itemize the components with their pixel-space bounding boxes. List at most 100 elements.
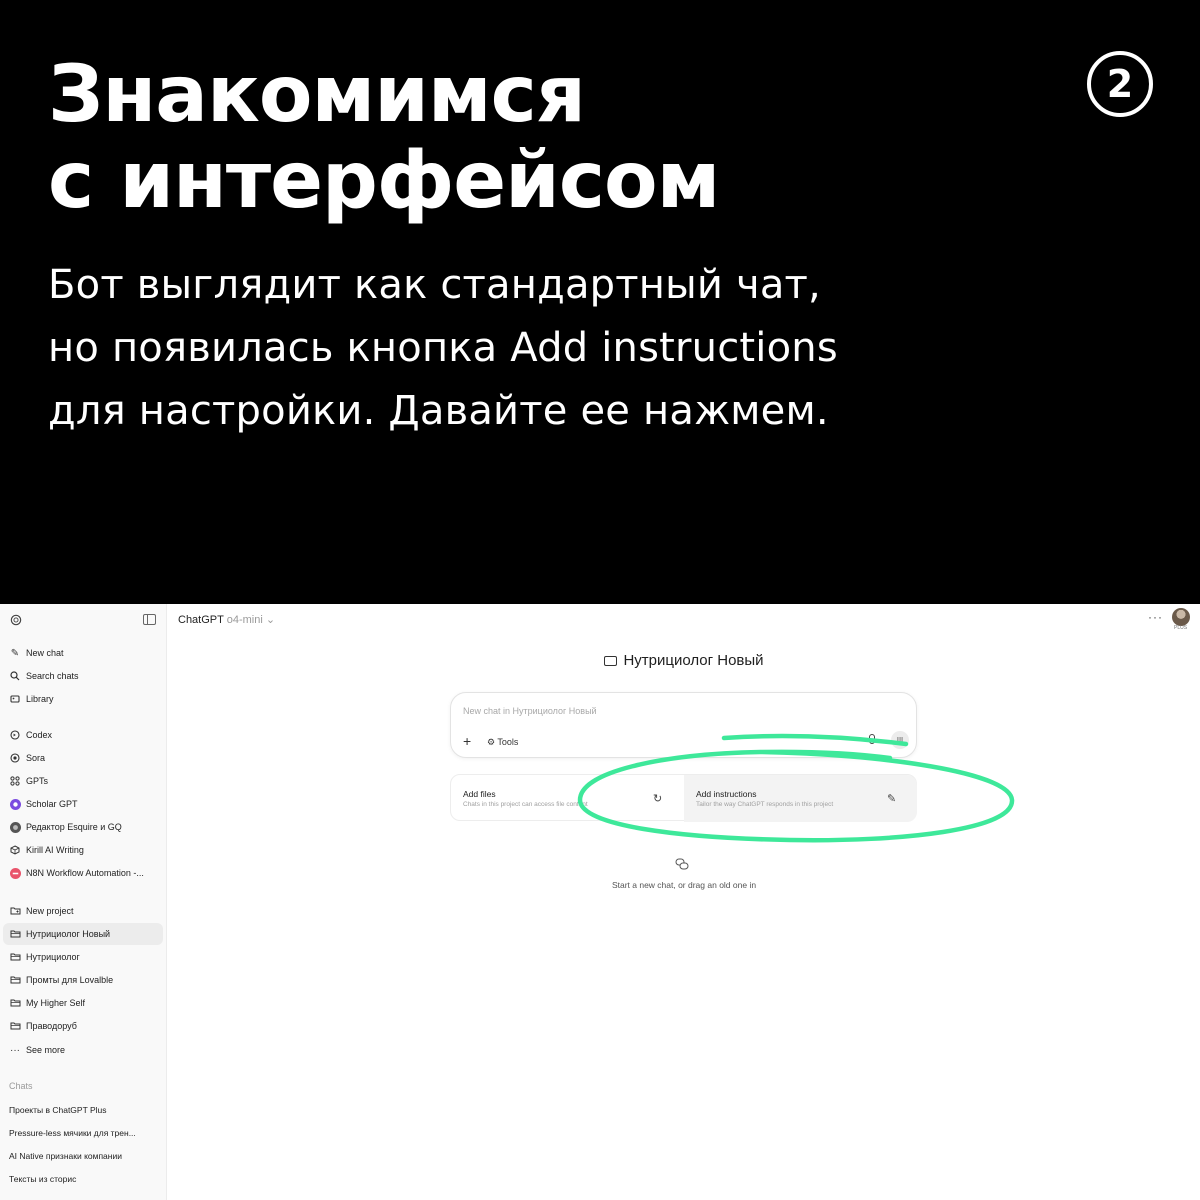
chats-heading: Chats [9,1081,33,1091]
sidebar-item-label: Sora [26,753,46,763]
codex-icon [9,729,21,741]
edit-icon: ✎ [10,647,20,659]
sidebar-item-gpts[interactable]: GPTs [3,770,163,792]
sidebar: ✎ New chat Search chats Library Codex So… [0,604,167,1200]
sidebar-item-project-nutritionist-new[interactable]: Нутрициолог Новый [3,923,163,945]
chevron-down-icon: ⌄ [265,614,276,626]
add-files-description: Chats in this project can access file co… [463,801,588,808]
sidebar-item-label: Нутрициолог [26,952,80,962]
sidebar-header [0,604,167,636]
sidebar-item-label: My Higher Self [26,998,86,1008]
sidebar-item-label: Scholar GPT [26,799,78,809]
chat-item[interactable]: Проекты в ChatGPT Plus [9,1105,159,1115]
sidebar-item-label: See more [26,1045,66,1055]
sidebar-item-project-nutritionist[interactable]: Нутрициолог [3,946,163,968]
sidebar-item-label: New project [26,906,74,916]
cube-icon [9,844,21,856]
sidebar-item-label: Search chats [26,671,79,681]
add-files-title: Add files [463,789,496,799]
headline-line-1: Знакомимся [48,50,586,140]
add-instructions-title: Add instructions [696,789,757,799]
sidebar-item-new-chat[interactable]: ✎ New chat [3,642,163,664]
voice-mode-icon[interactable]: ||| [891,731,909,749]
sidebar-item-new-project[interactable]: New project [3,900,163,922]
plan-badge: PLUS [1174,625,1188,631]
sidebar-item-label: Codex [26,730,53,740]
sidebar-item-label: Редактор Esquire и GQ [26,822,122,832]
intro-banner: Знакомимся с интерфейсом 2 Бот выглядит … [0,0,1200,604]
chat-composer[interactable]: New chat in Нутрициолог Новый + ⚙ Tools … [450,692,917,758]
gpt-avatar-icon [9,821,21,833]
chat-item[interactable]: AI Native признаки компании [9,1151,159,1161]
sidebar-item-project-higher-self[interactable]: My Higher Self [3,992,163,1014]
new-folder-icon [9,905,21,917]
folder-icon [9,997,21,1009]
pencil-icon: ✎ [887,793,897,805]
sidebar-item-see-more[interactable]: ··· See more [3,1039,163,1061]
composer-placeholder[interactable]: New chat in Нутрициолог Новый [463,706,597,716]
add-files-card[interactable]: Add files Chats in this project can acce… [451,775,683,822]
sliders-icon: ⚙ [487,737,498,747]
file-upload-icon: ↻ [653,793,663,805]
headline-line-2: с интерфейсом [48,136,720,226]
project-actions: Add files Chats in this project can acce… [450,774,917,822]
model-selector[interactable]: ChatGPT o4-mini ⌄ [178,613,275,626]
sidebar-item-label: GPTs [26,776,49,786]
sidebar-item-scholar-gpt[interactable]: Scholar GPT [3,793,163,815]
plus-icon[interactable]: + [463,733,471,749]
folder-icon [604,656,618,666]
chat-item[interactable]: Тексты из сторис [9,1174,159,1184]
tools-button[interactable]: ⚙ Tools [487,737,518,748]
sidebar-item-library[interactable]: Library [3,688,163,710]
microphone-icon[interactable] [869,734,875,744]
sidebar-item-codex[interactable]: Codex [3,724,163,746]
folder-icon [9,928,21,940]
project-title: Нутрициолог Новый [168,652,1200,669]
sidebar-item-label: Kirill AI Writing [26,845,84,855]
folder-icon [9,951,21,963]
sidebar-toggle-icon[interactable] [143,614,156,625]
description-line-1: Бот выглядит как стандартный чат, [48,262,821,308]
sidebar-item-project-lovalble[interactable]: Промты для Lovalble [3,969,163,991]
description-line-3: для настройки. Давайте ее нажмем. [48,388,829,434]
grid-icon [9,775,21,787]
chat-item[interactable]: Pressure-less мячики для трен... [9,1128,159,1138]
add-instructions-description: Tailor the way ChatGPT responds in this … [696,801,834,808]
sidebar-item-label: N8N Workflow Automation -... [26,868,144,878]
folder-icon [9,974,21,986]
sidebar-item-project-pravdorub[interactable]: Праводоруб [3,1015,163,1037]
sidebar-item-kirill-writing[interactable]: Kirill AI Writing [3,839,163,861]
search-icon [9,670,21,682]
more-options-icon[interactable]: ··· [1148,610,1163,624]
sidebar-item-label: Праводоруб [26,1021,77,1031]
description-line-2: но появилась кнопка Add instructions [48,325,838,371]
sidebar-item-label: Library [26,694,54,704]
empty-state-text: Start a new chat, or drag an old one in [611,880,757,890]
tools-label: Tools [497,737,519,747]
avatar[interactable] [1172,608,1190,626]
step-badge: 2 [1087,51,1153,117]
scholar-gpt-icon [9,798,21,810]
sidebar-item-esquire-editor[interactable]: Редактор Esquire и GQ [3,816,163,838]
sora-icon [9,752,21,764]
n8n-icon [9,867,21,879]
description: Бот выглядит как стандартный чат, но поя… [48,254,838,443]
sidebar-item-search-chats[interactable]: Search chats [3,665,163,687]
folder-icon [9,1020,21,1032]
chatgpt-window: ✎ New chat Search chats Library Codex So… [0,604,1200,1200]
model-name: ChatGPT [178,614,224,626]
openai-logo-icon[interactable] [9,613,23,627]
sidebar-item-n8n[interactable]: N8N Workflow Automation -... [3,862,163,884]
main-panel: ChatGPT o4-mini ⌄ ··· PLUS Нутрициолог Н… [168,604,1200,1200]
model-variant: o4-mini [226,614,263,626]
project-title-text: Нутрициолог Новый [623,652,764,669]
sidebar-item-label: Промты для Lovalble [26,975,114,985]
headline: Знакомимся с интерфейсом [48,50,720,226]
chat-bubbles-icon [675,858,689,873]
more-icon: ··· [10,1044,20,1056]
sidebar-item-label: Нутрициолог Новый [26,929,111,939]
sidebar-item-sora[interactable]: Sora [3,747,163,769]
sidebar-item-label: New chat [26,648,64,658]
add-instructions-card[interactable]: Add instructions Tailor the way ChatGPT … [684,775,917,822]
library-icon [9,693,21,705]
